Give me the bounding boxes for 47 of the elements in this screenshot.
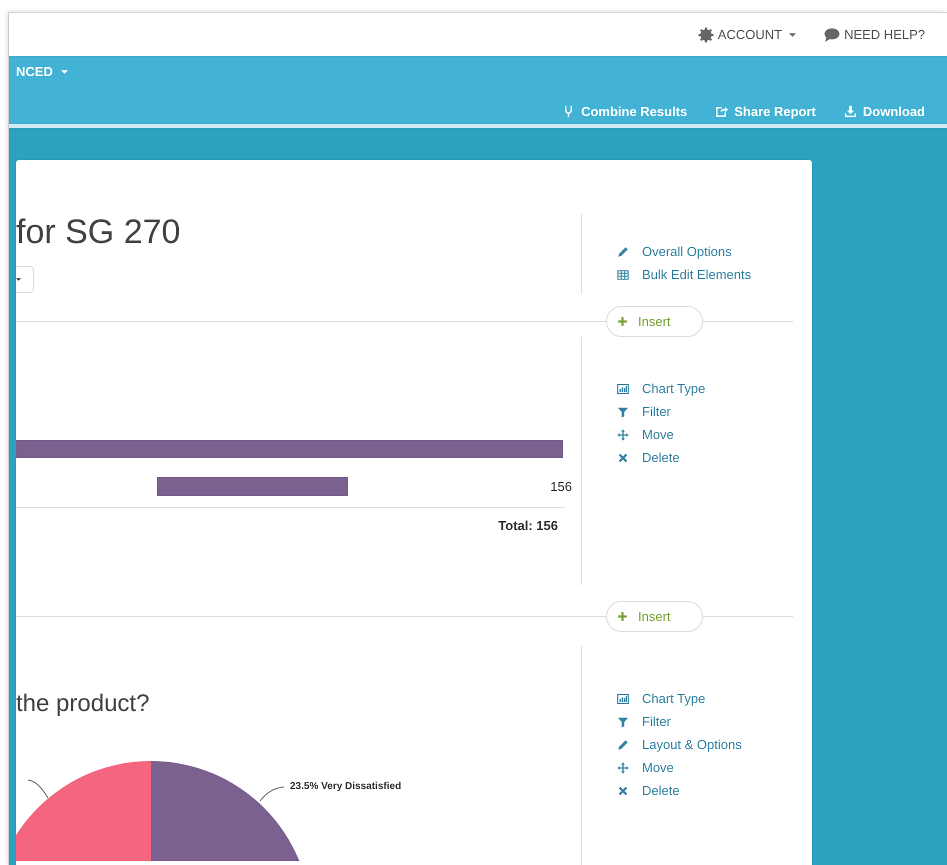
element-option-link[interactable]: Bulk Edit Elements — [617, 263, 793, 286]
element-option-link[interactable]: Delete — [617, 446, 793, 469]
question-title: the product? — [16, 689, 150, 719]
help-link[interactable]: NEED HELP? — [824, 26, 925, 43]
plus-icon — [617, 316, 628, 327]
insert-button[interactable]: Insert — [606, 306, 703, 337]
element-option-link[interactable]: Layout & Options — [617, 733, 793, 756]
element-option-link[interactable]: Overall Options — [617, 240, 793, 263]
bar-value: 156 — [550, 479, 572, 494]
move-icon — [617, 428, 629, 440]
total-count: Total: 156 — [497, 518, 558, 533]
element-option-link[interactable]: Chart Type — [617, 687, 793, 710]
bar-chart-icon — [617, 692, 629, 704]
filter-icon — [617, 716, 629, 728]
plus-icon — [617, 611, 628, 622]
insert-button[interactable]: Insert — [606, 601, 703, 632]
element-option-link[interactable]: Filter — [617, 710, 793, 733]
speech-bubble-icon — [824, 26, 840, 43]
table-icon — [617, 268, 629, 280]
share-icon — [715, 105, 728, 118]
pencil-icon — [617, 246, 629, 258]
account-menu[interactable]: ACCOUNT — [698, 26, 796, 43]
report-action-link[interactable]: Share Report — [715, 104, 816, 120]
pencil-icon — [617, 738, 629, 750]
bar-chart-icon — [617, 382, 629, 394]
nav-menu-item[interactable]: NCED — [16, 64, 68, 80]
report-action-link[interactable]: Combine Results — [562, 104, 688, 120]
dropdown-button[interactable] — [16, 266, 34, 293]
slice-label: 23.5% Very Dissatisfied — [290, 781, 402, 792]
delete-icon — [617, 784, 629, 796]
move-icon — [617, 762, 629, 774]
gear-icon — [698, 26, 714, 43]
caret-icon — [16, 278, 21, 281]
leader-line — [28, 780, 48, 798]
report-title: for SG 270 — [16, 212, 182, 252]
element-option-link[interactable]: Move — [617, 423, 793, 446]
leader-line — [260, 786, 284, 802]
filter-icon — [617, 406, 629, 418]
element-option-link[interactable]: Filter — [617, 400, 793, 423]
delete-icon — [617, 452, 629, 464]
caret-icon — [789, 32, 796, 37]
report-action-link[interactable]: Download — [844, 104, 925, 120]
element-option-link[interactable]: Move — [617, 756, 793, 779]
element-option-link[interactable]: Delete — [617, 779, 793, 802]
caret-icon — [60, 70, 68, 74]
element-option-link[interactable]: Chart Type — [617, 377, 793, 400]
download-icon — [844, 105, 857, 118]
